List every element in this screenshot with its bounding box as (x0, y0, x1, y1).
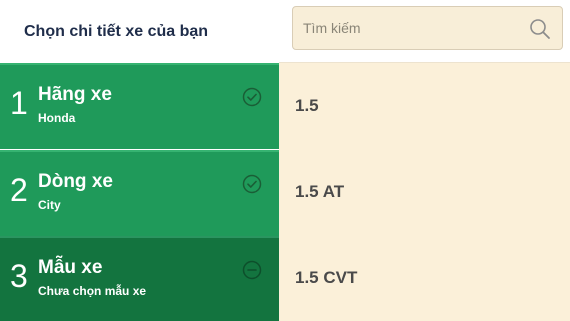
step-brand[interactable]: 1 Hãng xe Honda (0, 63, 279, 149)
step-value: Honda (38, 111, 76, 125)
options-panel: 1.5 1.5 AT 1.5 CVT (279, 0, 570, 321)
search-box[interactable] (292, 6, 563, 50)
step-value: City (38, 198, 61, 212)
minus-circle-icon (242, 260, 262, 280)
check-circle-icon (242, 174, 262, 194)
check-circle-icon (242, 87, 262, 107)
step-number: 2 (10, 172, 28, 208)
step-variant[interactable]: 3 Mẫu xe Chưa chọn mẫu xe (0, 236, 279, 321)
search-icon[interactable] (529, 18, 551, 40)
variant-option[interactable]: 1.5 CVT (279, 235, 570, 321)
step-title: Hãng xe (38, 84, 112, 105)
steps-panel: Chọn chi tiết xe của bạn 1 Hãng xe Honda… (0, 0, 279, 321)
search-input[interactable] (303, 7, 523, 49)
step-number: 1 (10, 85, 28, 121)
search-header (279, 0, 570, 63)
page-title: Chọn chi tiết xe của bạn (24, 22, 209, 40)
step-model-line[interactable]: 2 Dòng xe City (0, 150, 279, 236)
step-value: Chưa chọn mẫu xe (38, 284, 147, 298)
variant-list: 1.5 1.5 AT 1.5 CVT (279, 63, 570, 321)
variant-option[interactable]: 1.5 (279, 63, 570, 149)
step-title: Dòng xe (38, 171, 113, 192)
panel-header: Chọn chi tiết xe của bạn (0, 0, 279, 63)
step-title: Mẫu xe (38, 257, 103, 278)
variant-option[interactable]: 1.5 AT (279, 149, 570, 235)
step-number: 3 (10, 258, 28, 294)
